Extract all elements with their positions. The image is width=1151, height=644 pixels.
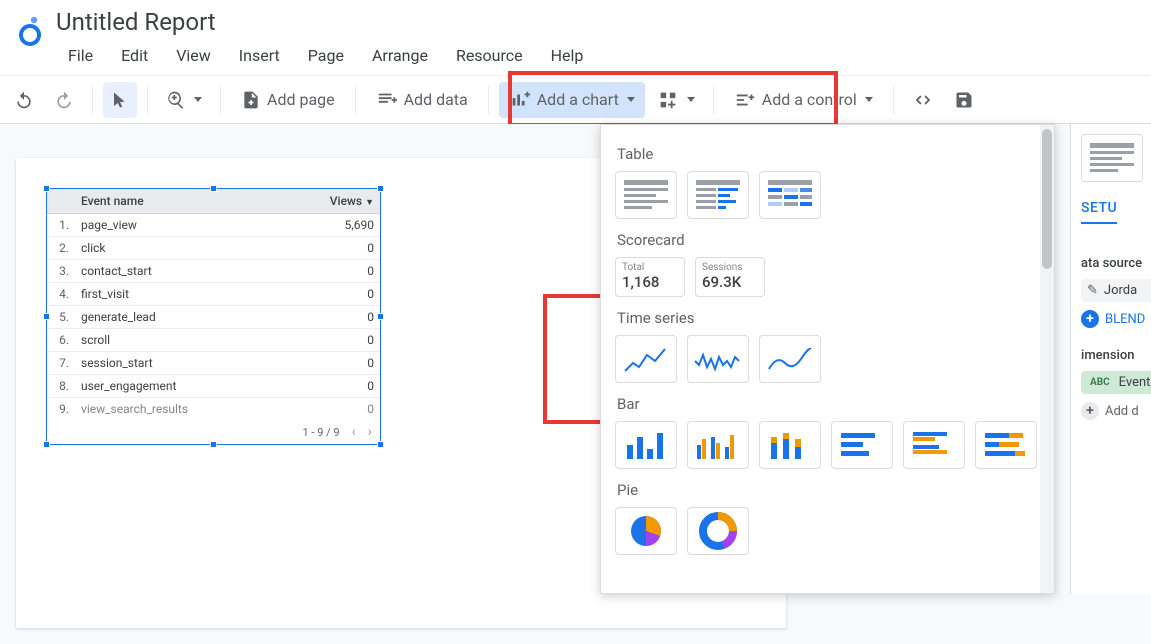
menu-page[interactable]: Page [296, 42, 356, 69]
chart-type-table-bars[interactable] [687, 171, 749, 219]
add-control-button[interactable]: Add a control [724, 82, 883, 118]
resize-handle[interactable] [377, 313, 384, 320]
select-tool[interactable] [103, 82, 137, 118]
table-row[interactable]: 6.scroll0 [47, 329, 380, 352]
pencil-icon: ✎ [1087, 283, 1098, 298]
chevron-down-icon [865, 97, 873, 102]
table-row[interactable]: 2.click0 [47, 237, 380, 260]
chevron-down-icon [627, 97, 635, 102]
chart-type-donut[interactable] [687, 507, 749, 555]
save-icon[interactable] [946, 82, 982, 118]
zoom-tool[interactable] [158, 82, 210, 118]
table-header-name[interactable]: Event name [75, 189, 282, 214]
menubar: File Edit View Insert Page Arrange Resou… [50, 38, 1141, 75]
chart-type-table-heatmap[interactable] [759, 171, 821, 219]
section-dimension: imension [1081, 348, 1151, 363]
add-page-label: Add page [267, 90, 335, 109]
table-row[interactable]: 3.contact_start0 [47, 260, 380, 283]
app-logo [10, 6, 50, 46]
next-page-button[interactable]: › [368, 424, 372, 440]
canvas[interactable]: Event name Views ▼ 1.page_view5,6902.cli… [0, 124, 1151, 644]
chart-type-column-grouped[interactable] [687, 421, 749, 469]
chart-type-bar-grouped[interactable] [903, 421, 965, 469]
table-header-index [47, 189, 75, 214]
table-row[interactable]: 8.user_engagement0 [47, 375, 380, 398]
table-row[interactable]: 5.generate_lead0 [47, 306, 380, 329]
add-chart-dropdown: Table Scorecard Total 1,168 Sessions 69.… [600, 124, 1055, 594]
menu-view[interactable]: View [164, 42, 223, 69]
selected-chart-thumb[interactable] [1081, 134, 1143, 182]
community-viz-button[interactable] [649, 82, 703, 118]
add-data-button[interactable]: Add data [366, 82, 478, 118]
category-pie: Pie [617, 481, 1054, 499]
add-data-label: Add data [404, 90, 468, 109]
add-chart-label: Add a chart [537, 90, 619, 109]
add-control-label: Add a control [762, 90, 857, 109]
chart-type-column[interactable] [615, 421, 677, 469]
embed-button[interactable] [904, 82, 942, 118]
chart-type-table[interactable] [615, 171, 677, 219]
dimension-chip[interactable]: ABC Event [1081, 371, 1151, 394]
sort-desc-icon: ▼ [365, 198, 374, 208]
table-row[interactable]: 7.session_start0 [47, 352, 380, 375]
chevron-down-icon [194, 97, 202, 102]
chart-type-sparkline[interactable] [687, 335, 749, 383]
category-timeseries: Time series [617, 309, 1054, 327]
resize-handle[interactable] [377, 441, 384, 448]
section-data-source: ata source [1081, 256, 1151, 271]
resize-handle[interactable] [43, 441, 50, 448]
table-row[interactable]: 4.first_visit0 [47, 283, 380, 306]
add-page-button[interactable]: Add page [231, 82, 345, 118]
table-row[interactable]: 1.page_view5,690 [47, 214, 380, 237]
chart-type-scorecard-compact[interactable]: Sessions 69.3K [695, 257, 765, 297]
undo-button[interactable] [6, 82, 42, 118]
chart-type-bar-stacked[interactable] [975, 421, 1037, 469]
plus-icon: + [1081, 402, 1099, 420]
resize-handle[interactable] [43, 185, 50, 192]
table-header-views[interactable]: Views ▼ [282, 189, 380, 214]
popup-scrollbar[interactable] [1040, 125, 1054, 593]
menu-resource[interactable]: Resource [444, 42, 535, 69]
chart-type-scorecard[interactable]: Total 1,168 [615, 257, 685, 297]
redo-button[interactable] [46, 82, 82, 118]
chart-type-timeseries[interactable] [615, 335, 677, 383]
properties-panel: SETU ata source ✎ Jorda + BLEND imension… [1070, 124, 1151, 594]
add-chart-button[interactable]: Add a chart [499, 82, 645, 118]
chart-type-bar-horizontal[interactable] [831, 421, 893, 469]
chart-type-column-stacked[interactable] [759, 421, 821, 469]
chart-type-smoothed-line[interactable] [759, 335, 821, 383]
pagination-info: 1 - 9 / 9 [303, 426, 340, 439]
blend-data-button[interactable]: + BLEND [1081, 310, 1151, 328]
table-chart[interactable]: Event name Views ▼ 1.page_view5,6902.cli… [46, 188, 381, 445]
add-dimension-button[interactable]: + Add d [1081, 402, 1151, 420]
resize-handle[interactable] [210, 441, 217, 448]
doc-title[interactable]: Untitled Report [50, 6, 1141, 38]
resize-handle[interactable] [377, 185, 384, 192]
menu-file[interactable]: File [56, 42, 105, 69]
table-row[interactable]: 9.view_search_results0 [47, 398, 380, 421]
menu-insert[interactable]: Insert [227, 42, 292, 69]
prev-page-button[interactable]: ‹ [352, 424, 356, 440]
resize-handle[interactable] [210, 185, 217, 192]
menu-arrange[interactable]: Arrange [360, 42, 440, 69]
resize-handle[interactable] [43, 313, 50, 320]
category-bar: Bar [617, 395, 1054, 413]
chart-type-pie[interactable] [615, 507, 677, 555]
toolbar: Add page Add data Add a chart Add a cont… [0, 76, 1151, 124]
chevron-down-icon [687, 97, 695, 102]
data-source-chip[interactable]: ✎ Jorda [1081, 279, 1151, 302]
category-scorecard: Scorecard [617, 231, 1054, 249]
menu-edit[interactable]: Edit [109, 42, 160, 69]
tab-setup[interactable]: SETU [1081, 200, 1117, 224]
category-table: Table [617, 145, 1054, 163]
plus-icon: + [1081, 310, 1099, 328]
menu-help[interactable]: Help [539, 42, 596, 69]
